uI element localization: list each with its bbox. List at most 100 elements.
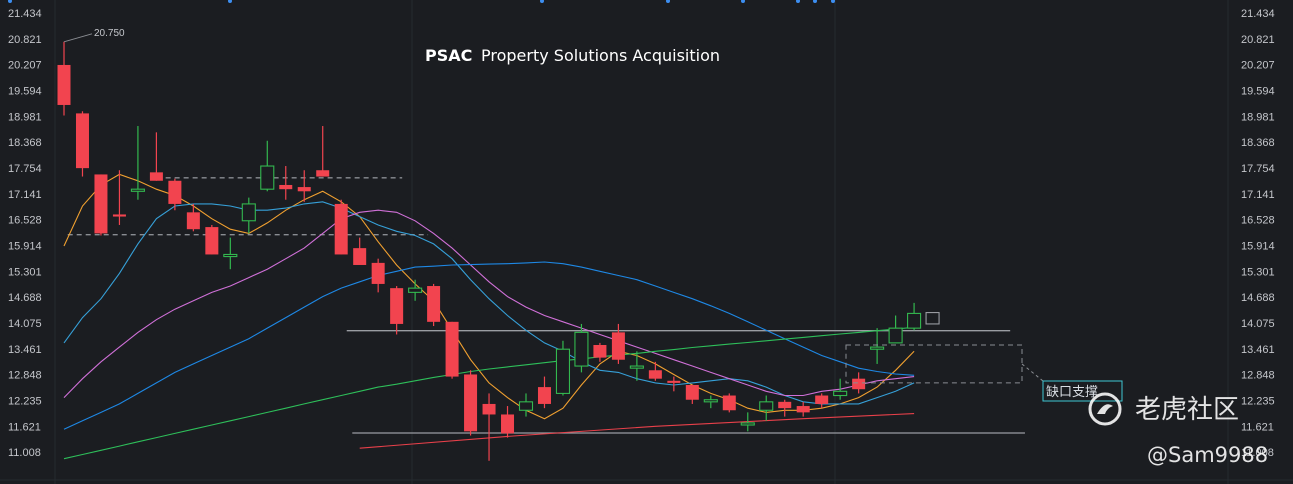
y-tick-label-left: 20.821 — [8, 34, 42, 46]
y-tick-label-right: 18.368 — [1241, 137, 1275, 149]
y-tick-label-right: 20.207 — [1241, 60, 1275, 72]
candle-body-up — [703, 399, 718, 403]
y-tick-label-left: 19.594 — [8, 85, 42, 97]
candle-body-up — [907, 312, 922, 329]
candle-body-down — [112, 214, 126, 217]
y-tick-label-right: 12.848 — [1241, 370, 1275, 382]
candle-body-down — [852, 378, 866, 390]
candle-body-down — [149, 172, 163, 181]
y-tick-label-right: 12.235 — [1241, 395, 1275, 407]
high-price-leader — [63, 33, 93, 43]
candle-body-down — [482, 403, 496, 415]
y-tick-label-left: 17.141 — [8, 189, 42, 201]
y-tick-label-left: 12.848 — [8, 370, 42, 382]
candles — [57, 41, 940, 461]
y-tick-label-left: 16.528 — [8, 215, 42, 227]
y-tick-label-left: 20.207 — [8, 60, 42, 72]
candle-body-down — [501, 414, 515, 434]
y-tick-label-right: 11.621 — [1241, 421, 1274, 433]
moving-average-line — [359, 413, 915, 449]
top-marker-dot — [666, 0, 670, 3]
candle-body-down — [815, 395, 829, 404]
high-price-marker: 20.750 — [63, 28, 125, 43]
candle-body-down — [390, 288, 404, 324]
high-price-label: 20.750 — [94, 28, 125, 39]
watermark-brand: 老虎社区 — [1135, 395, 1239, 425]
candle-body-down — [186, 212, 200, 230]
candle-body-down — [464, 374, 478, 432]
candle-body-down — [427, 286, 441, 322]
candle-body-down — [796, 406, 810, 413]
candle-body-down — [75, 113, 89, 169]
candle-body-down — [667, 380, 681, 383]
y-tick-label-left: 15.301 — [8, 266, 42, 278]
top-marker-dot — [228, 0, 232, 3]
y-tick-label-left: 14.688 — [8, 292, 42, 304]
y-tick-label-left: 18.981 — [8, 111, 42, 123]
ticker-symbol: PSAC — [425, 46, 472, 65]
candle-body-down — [334, 203, 348, 255]
y-tick-label-left: 14.075 — [8, 318, 42, 330]
candle-body-down — [168, 180, 182, 204]
candle-body-down — [648, 370, 662, 379]
candle-body-up — [870, 346, 885, 350]
top-marker-dot — [831, 0, 835, 3]
top-marker-dot — [813, 0, 817, 3]
top-marker-dot — [8, 0, 12, 3]
candle-body-down — [611, 332, 625, 360]
gap-support-label: 缺口支撑 — [1042, 380, 1123, 402]
candle-body-up — [408, 287, 423, 293]
candle-body-down — [205, 227, 219, 255]
candle-body-up — [130, 188, 145, 192]
y-tick-label-right: 14.688 — [1241, 292, 1275, 304]
watermark-user: @Sam9988 — [1147, 443, 1268, 467]
chart-title: PSAC Property Solutions Acquisition — [425, 46, 720, 65]
y-tick-label-left: 18.368 — [8, 137, 42, 149]
y-tick-label-left: 13.461 — [8, 344, 42, 356]
candle-body-up — [555, 348, 571, 394]
y-tick-label-left: 11.008 — [8, 447, 41, 459]
candle-body-up — [833, 390, 848, 397]
y-tick-label-right: 17.141 — [1241, 189, 1275, 201]
candle-body-up — [629, 365, 644, 369]
candle-body-down — [722, 395, 736, 411]
gap-zone-connector — [1021, 363, 1044, 382]
top-marker-dot — [741, 0, 745, 3]
candle-body-up — [574, 331, 589, 367]
gap-zone-box — [845, 344, 1023, 384]
y-axis-left: 21.434 20.821 20.207 19.594 18.981 18.368 17.7… — [8, 8, 42, 459]
y-axis-right: 21.434 20.821 20.207 19.594 18.981 18.368 17.7… — [1241, 8, 1275, 459]
candle-body-up — [759, 401, 774, 411]
candle-body-down — [353, 248, 367, 265]
y-tick-label-right: 13.461 — [1241, 344, 1275, 356]
candlestick-chart: 21.434 20.821 20.207 19.594 18.981 18.368 17.7… — [0, 0, 1293, 484]
y-tick-label-right: 16.528 — [1241, 215, 1275, 227]
candle-body-up — [888, 327, 903, 344]
y-tick-label-right: 14.075 — [1241, 318, 1275, 330]
candle-body-down — [593, 344, 607, 358]
y-tick-label-right: 20.821 — [1241, 34, 1275, 46]
candle-body-down — [371, 262, 385, 284]
candle-body-up — [260, 165, 275, 190]
candle-body-up — [740, 422, 755, 426]
y-tick-label-right: 15.914 — [1241, 240, 1275, 252]
candle-body-down — [94, 174, 108, 234]
moving-average-line — [63, 201, 915, 405]
candle-body-down — [316, 170, 330, 177]
y-tick-label-right: 15.301 — [1241, 266, 1275, 278]
tiger-logo-icon — [1088, 392, 1122, 426]
y-tick-label-right: 19.594 — [1241, 85, 1275, 97]
candle-body-down — [279, 184, 293, 190]
candle-body-down — [297, 187, 311, 192]
candle-current — [925, 312, 940, 325]
company-name: Property Solutions Acquisition — [481, 46, 720, 65]
y-tick-label-right: 21.434 — [1241, 8, 1275, 20]
candle-body-down — [685, 384, 699, 400]
gap-support-text: 缺口支撑 — [1046, 385, 1098, 400]
y-tick-label-right: 18.981 — [1241, 111, 1275, 123]
y-tick-label-left: 15.914 — [8, 240, 42, 252]
y-tick-label-left: 12.235 — [8, 395, 42, 407]
y-tick-label-left: 21.434 — [8, 8, 42, 20]
candle-body-up — [223, 253, 238, 258]
top-marker-dot — [796, 0, 800, 3]
